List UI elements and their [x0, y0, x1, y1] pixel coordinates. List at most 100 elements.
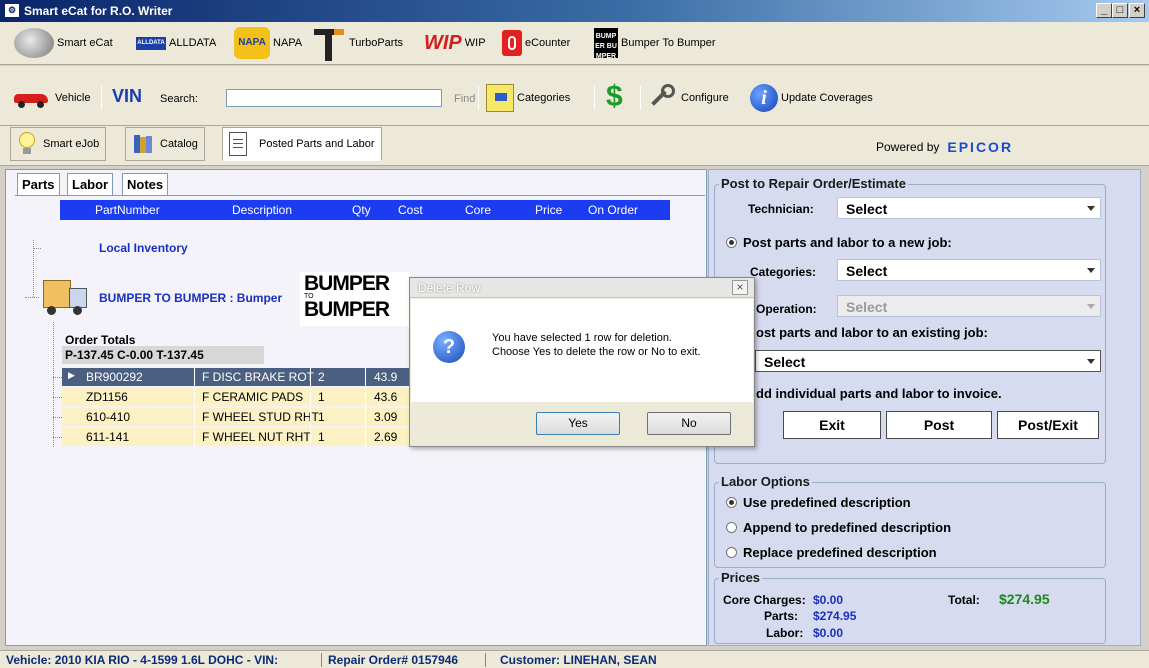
categories-button[interactable]: Categories	[486, 83, 570, 113]
supplier-node[interactable]: BUMPER TO BUMPER : Bumper	[99, 291, 282, 305]
chevron-down-icon	[1087, 206, 1095, 211]
order-totals-value: P-137.45 C-0.00 T-137.45	[62, 346, 264, 364]
alldata-button[interactable]: ALLDATA ALLDATA	[136, 22, 216, 64]
cell-cost: 43.9	[374, 370, 398, 384]
col-on-order[interactable]: On Order	[588, 203, 638, 217]
status-vehicle: Vehicle: 2010 KIA RIO - 4-1599 1.6L DOHC…	[6, 653, 279, 667]
wip-label: WIP	[464, 37, 486, 49]
clipboard-icon	[229, 132, 247, 156]
status-bar: Vehicle: 2010 KIA RIO - 4-1599 1.6L DOHC…	[0, 650, 1149, 668]
no-button[interactable]: No	[647, 412, 731, 435]
search-label: Search:	[160, 93, 198, 105]
bumper-to-bumper-button[interactable]: BUMPER BUMPER Bumper To Bumper	[594, 22, 716, 64]
categories-label: Categories:	[750, 265, 817, 279]
napa-button[interactable]: NAPA NAPA	[234, 22, 302, 64]
bumper-to-bumper-logo: BUMPER TO BUMPER	[300, 272, 410, 326]
napa-label: NAPA	[273, 37, 303, 49]
vin-badge: VIN	[112, 86, 143, 106]
dollar-icon[interactable]: $	[606, 80, 623, 114]
ecounter-button[interactable]: eCounter	[502, 22, 570, 64]
technician-value: Select	[846, 201, 888, 217]
technician-select[interactable]: Select	[837, 197, 1101, 219]
status-divider	[485, 653, 486, 667]
alldata-icon: ALLDATA	[136, 36, 166, 50]
vehicle-button[interactable]: Vehicle	[12, 83, 90, 113]
yes-button[interactable]: Yes	[536, 412, 620, 435]
cell-cost: 43.6	[374, 390, 398, 404]
search-toolbar: Vehicle VIN Search: Find Categories $ Co…	[0, 66, 1149, 126]
dialog-title: Delete Row	[418, 281, 481, 295]
col-description[interactable]: Description	[232, 203, 292, 217]
lightbulb-icon	[17, 132, 37, 156]
car-icon	[12, 89, 52, 108]
turboparts-button[interactable]: TurboParts	[310, 22, 403, 64]
cell-cost: 2.69	[374, 430, 398, 444]
replace-predefined-label: Replace predefined description	[743, 545, 937, 560]
tree-line	[53, 417, 62, 418]
cell-qty: 1	[318, 390, 325, 404]
radio-selected-icon	[726, 497, 737, 508]
vehicle-label: Vehicle	[55, 92, 91, 104]
dialog-close-button[interactable]: ×	[732, 280, 748, 295]
tab-smart-ejob-label: Smart eJob	[43, 138, 100, 150]
powered-by-label: Powered by	[876, 140, 940, 154]
post-button[interactable]: Post	[886, 411, 992, 439]
subtab-notes[interactable]: Notes	[122, 173, 169, 195]
replace-predefined-radio[interactable]: Replace predefined description	[726, 545, 937, 560]
col-cost[interactable]: Cost	[398, 203, 423, 217]
configure-button[interactable]: Configure	[648, 83, 729, 113]
subtab-parts[interactable]: Parts	[17, 173, 60, 195]
exit-button[interactable]: Exit	[783, 411, 881, 439]
cell-desc: F DISC BRAKE ROT	[202, 370, 315, 384]
delete-row-dialog: Delete Row × ? You have selected 1 row f…	[409, 277, 755, 447]
toolbar-separator	[640, 86, 641, 110]
tree-line	[53, 322, 54, 447]
smart-ecat-label: Smart eCat	[57, 37, 113, 49]
tree-line	[53, 397, 62, 398]
subtab-labor[interactable]: Labor	[67, 173, 114, 195]
use-predefined-radio[interactable]: Use predefined description	[726, 495, 911, 510]
napa-icon: NAPA	[234, 27, 270, 59]
col-partnumber[interactable]: PartNumber	[95, 203, 160, 217]
find-button[interactable]: Find	[454, 93, 475, 105]
col-price[interactable]: Price	[535, 203, 562, 217]
update-coverages-button[interactable]: i Update Coverages	[750, 83, 873, 113]
wip-button[interactable]: WIP WIP	[424, 22, 486, 64]
tree-line	[53, 437, 62, 438]
cell-qty: 2	[318, 370, 325, 384]
subtab-underline	[15, 195, 705, 196]
toolbar-separator	[478, 86, 479, 110]
append-predefined-radio[interactable]: Append to predefined description	[726, 520, 951, 535]
tab-catalog-label: Catalog	[160, 138, 198, 150]
col-core[interactable]: Core	[465, 203, 491, 217]
minimize-button[interactable]: _	[1096, 3, 1112, 18]
logo-text-bottom: BUMPER	[304, 298, 390, 321]
maximize-button[interactable]: □	[1112, 3, 1128, 18]
append-predefined-label: Append to predefined description	[743, 520, 952, 535]
cell-part: BR900292	[86, 370, 143, 384]
tab-catalog[interactable]: Catalog	[125, 127, 205, 161]
smart-ecat-button[interactable]: Smart eCat	[14, 22, 113, 64]
tab-smart-ejob[interactable]: Smart eJob	[10, 127, 107, 161]
tree-line	[33, 248, 41, 249]
operation-label: Operation:	[756, 302, 817, 316]
col-qty[interactable]: Qty	[352, 203, 371, 217]
total-label: Total:	[948, 593, 980, 607]
core-charges-value: $0.00	[813, 593, 844, 607]
radio-unselected-icon	[726, 547, 737, 558]
tab-posted-parts-and-labor[interactable]: Posted Parts and Labor	[222, 127, 382, 161]
operation-select[interactable]: Select	[837, 295, 1101, 317]
new-job-radio[interactable]: Post parts and labor to a new job:	[726, 235, 952, 250]
truck-icon	[35, 272, 93, 322]
search-input[interactable]	[226, 89, 442, 107]
configure-label: Configure	[681, 92, 729, 104]
app-icon: ⚙	[5, 4, 19, 17]
local-inventory-node[interactable]: Local Inventory	[99, 241, 188, 255]
catalog-books-icon	[132, 133, 154, 155]
close-button[interactable]: ×	[1129, 3, 1145, 18]
post-exit-button[interactable]: Post/Exit	[997, 411, 1099, 439]
existing-job-label: ost parts and labor to an existing job:	[756, 325, 988, 340]
existing-job-select[interactable]: Select	[755, 350, 1101, 372]
categories-select[interactable]: Select	[837, 259, 1101, 281]
dialog-message-line2: Choose Yes to delete the row or No to ex…	[492, 346, 701, 358]
